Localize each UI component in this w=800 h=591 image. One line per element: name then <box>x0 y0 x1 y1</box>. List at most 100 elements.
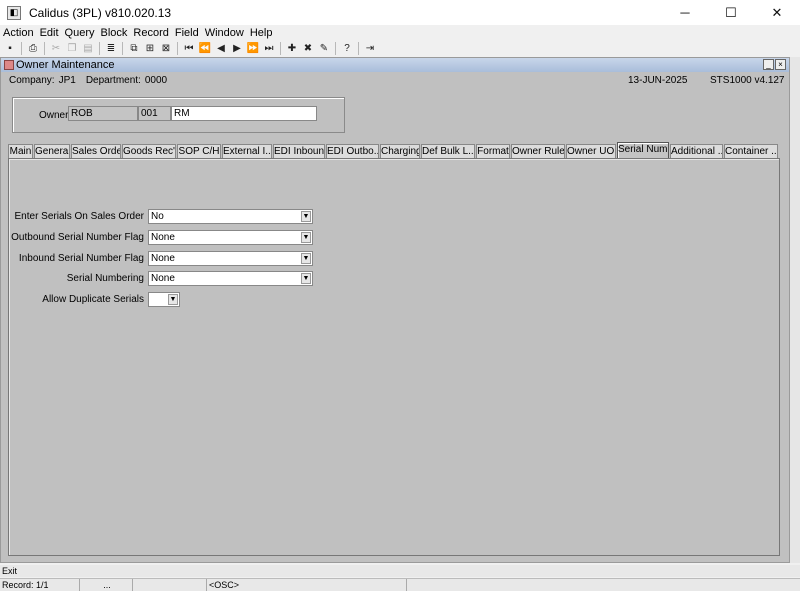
previous-record-icon[interactable]: ◀ <box>214 41 228 55</box>
form-minimize-button[interactable]: _ <box>763 59 774 70</box>
menu-window[interactable]: Window <box>202 27 247 39</box>
menu-action[interactable]: Action <box>0 27 37 39</box>
tab-sales-order[interactable]: Sales Order <box>71 144 121 159</box>
owner-header-box: Owner ROB 001 RM <box>12 97 345 133</box>
chevron-down-icon[interactable]: ▼ <box>301 232 311 243</box>
menu-field[interactable]: Field <box>172 27 202 39</box>
paste-icon[interactable]: ▤ <box>81 41 95 55</box>
status-ellipsis: ... <box>80 579 133 591</box>
first-record-icon[interactable]: ⏮ <box>182 41 196 55</box>
company-label: Company: <box>9 74 55 86</box>
status-bar: Record: 1/1 ... <OSC> <box>0 578 800 591</box>
toolbar-divider <box>99 41 100 55</box>
toolbar: ▪ ⎙ ✂ ❐ ▤ ≣ ⧉ ⊞ ⊠ ⏮ ⏪ ◀ ▶ ⏩ ⏭ ✚ ✖ ✎ ? ⇥ <box>0 40 800 56</box>
menu-block[interactable]: Block <box>98 27 131 39</box>
serial-numbering-label: Serial Numbering <box>66 273 144 284</box>
owner-number-field[interactable]: 001 <box>138 106 171 121</box>
delete-record-icon[interactable]: ✖ <box>301 41 315 55</box>
last-record-icon[interactable]: ⏭ <box>262 41 276 55</box>
next-block-icon[interactable]: ⏩ <box>246 41 260 55</box>
tab-external[interactable]: External I... <box>222 144 272 159</box>
tab-def-bulk[interactable]: Def Bulk L... <box>421 144 475 159</box>
tab-edi-outbound[interactable]: EDI Outbo... <box>326 144 379 159</box>
tab-serial-numbers[interactable]: Serial Num... <box>617 142 669 159</box>
tab-goods-recd[interactable]: Goods Rec'd <box>122 144 176 159</box>
owner-maintenance-window: Owner Maintenance _ × Company: JP1 Depar… <box>0 57 790 563</box>
tab-owner-rules[interactable]: Owner Rules <box>511 144 565 159</box>
menu-edit[interactable]: Edit <box>37 27 62 39</box>
next-record-icon[interactable]: ▶ <box>230 41 244 55</box>
help-icon[interactable]: ? <box>340 41 354 55</box>
owner-code-field[interactable]: ROB <box>68 106 138 121</box>
menu-bar: Action Edit Query Block Record Field Win… <box>0 25 800 40</box>
previous-block-icon[interactable]: ⏪ <box>198 41 212 55</box>
enter-serials-value: No <box>151 211 164 222</box>
chevron-down-icon[interactable]: ▼ <box>301 273 311 284</box>
save-icon[interactable]: ▪ <box>3 41 17 55</box>
tab-charging[interactable]: Charging <box>380 144 420 159</box>
form-title: Owner Maintenance <box>16 59 115 71</box>
window-titlebar: ◧ Calidus (3PL) v810.020.13 ─ ☐ ✕ <box>0 0 800 25</box>
serial-numbering-select[interactable]: None ▼ <box>148 271 313 286</box>
toolbar-divider <box>358 41 359 55</box>
execute-query-icon[interactable]: ⊞ <box>143 41 157 55</box>
copy-icon[interactable]: ❐ <box>65 41 79 55</box>
enter-serials-label: Enter Serials On Sales Order <box>14 211 145 222</box>
status-segment-empty <box>133 579 207 591</box>
tab-additional[interactable]: Additional ... <box>670 144 723 159</box>
status-message: Exit <box>2 566 18 576</box>
print-icon[interactable]: ⎙ <box>26 41 40 55</box>
form-titlebar: Owner Maintenance _ × <box>1 58 789 72</box>
chevron-down-icon[interactable]: ▼ <box>301 253 311 264</box>
tab-owner-uom[interactable]: Owner UOM <box>566 144 616 159</box>
serial-numbers-panel: Enter Serials On Sales Order No ▼ Outbou… <box>8 158 780 556</box>
inbound-serial-value: None <box>151 253 175 264</box>
chevron-down-icon[interactable]: ▼ <box>168 294 178 305</box>
tab-general[interactable]: General <box>34 144 70 159</box>
department-label: Department: <box>85 74 141 86</box>
form-close-button[interactable]: × <box>775 59 786 70</box>
inbound-serial-select[interactable]: None ▼ <box>148 251 313 266</box>
form-icon <box>4 60 14 70</box>
clear-record-icon[interactable]: ✎ <box>317 41 331 55</box>
minimize-button[interactable]: ─ <box>662 0 708 25</box>
tab-format[interactable]: Format <box>476 144 510 159</box>
cut-icon[interactable]: ✂ <box>49 41 63 55</box>
menu-query[interactable]: Query <box>62 27 98 39</box>
toolbar-divider <box>280 41 281 55</box>
serial-numbering-value: None <box>151 273 175 284</box>
chevron-down-icon[interactable]: ▼ <box>301 211 311 222</box>
toolbar-divider <box>44 41 45 55</box>
insert-record-icon[interactable]: ✚ <box>285 41 299 55</box>
tab-sop-ch[interactable]: SOP C/H <box>177 144 221 159</box>
outbound-serial-value: None <box>151 232 175 243</box>
cancel-query-icon[interactable]: ⊠ <box>159 41 173 55</box>
menu-record[interactable]: Record <box>130 27 171 39</box>
toolbar-divider <box>177 41 178 55</box>
close-button[interactable]: ✕ <box>754 0 800 25</box>
tab-container[interactable]: Container ... <box>724 144 778 159</box>
osc-indicator: <OSC> <box>207 579 407 591</box>
outbound-serial-select[interactable]: None ▼ <box>148 230 313 245</box>
company-value: JP1 <box>58 74 76 86</box>
maximize-button[interactable]: ☐ <box>708 0 754 25</box>
record-indicator: Record: 1/1 <box>0 579 80 591</box>
toolbar-divider <box>122 41 123 55</box>
app-icon: ◧ <box>7 5 21 20</box>
current-date: 13-JUN-2025 <box>628 75 688 86</box>
allow-duplicate-select[interactable]: ▼ <box>148 292 180 307</box>
menu-help[interactable]: Help <box>247 27 276 39</box>
exit-icon[interactable]: ⇥ <box>363 41 377 55</box>
window-title: Calidus (3PL) v810.020.13 <box>29 5 172 20</box>
enter-query-icon[interactable]: ⧉ <box>127 41 141 55</box>
tab-edi-inbound[interactable]: EDI Inbound <box>273 144 325 159</box>
owner-name-field[interactable]: RM <box>171 106 317 121</box>
outbound-serial-label: Outbound Serial Number Flag <box>11 232 144 243</box>
context-bar: Company: JP1 Department: 0000 13-JUN-202… <box>1 72 789 88</box>
enter-serials-select[interactable]: No ▼ <box>148 209 313 224</box>
toolbar-divider <box>21 41 22 55</box>
department-value: 0000 <box>144 74 168 86</box>
tab-main[interactable]: Main <box>8 144 33 159</box>
allow-duplicate-label: Allow Duplicate Serials <box>42 294 144 305</box>
list-icon[interactable]: ≣ <box>104 41 118 55</box>
